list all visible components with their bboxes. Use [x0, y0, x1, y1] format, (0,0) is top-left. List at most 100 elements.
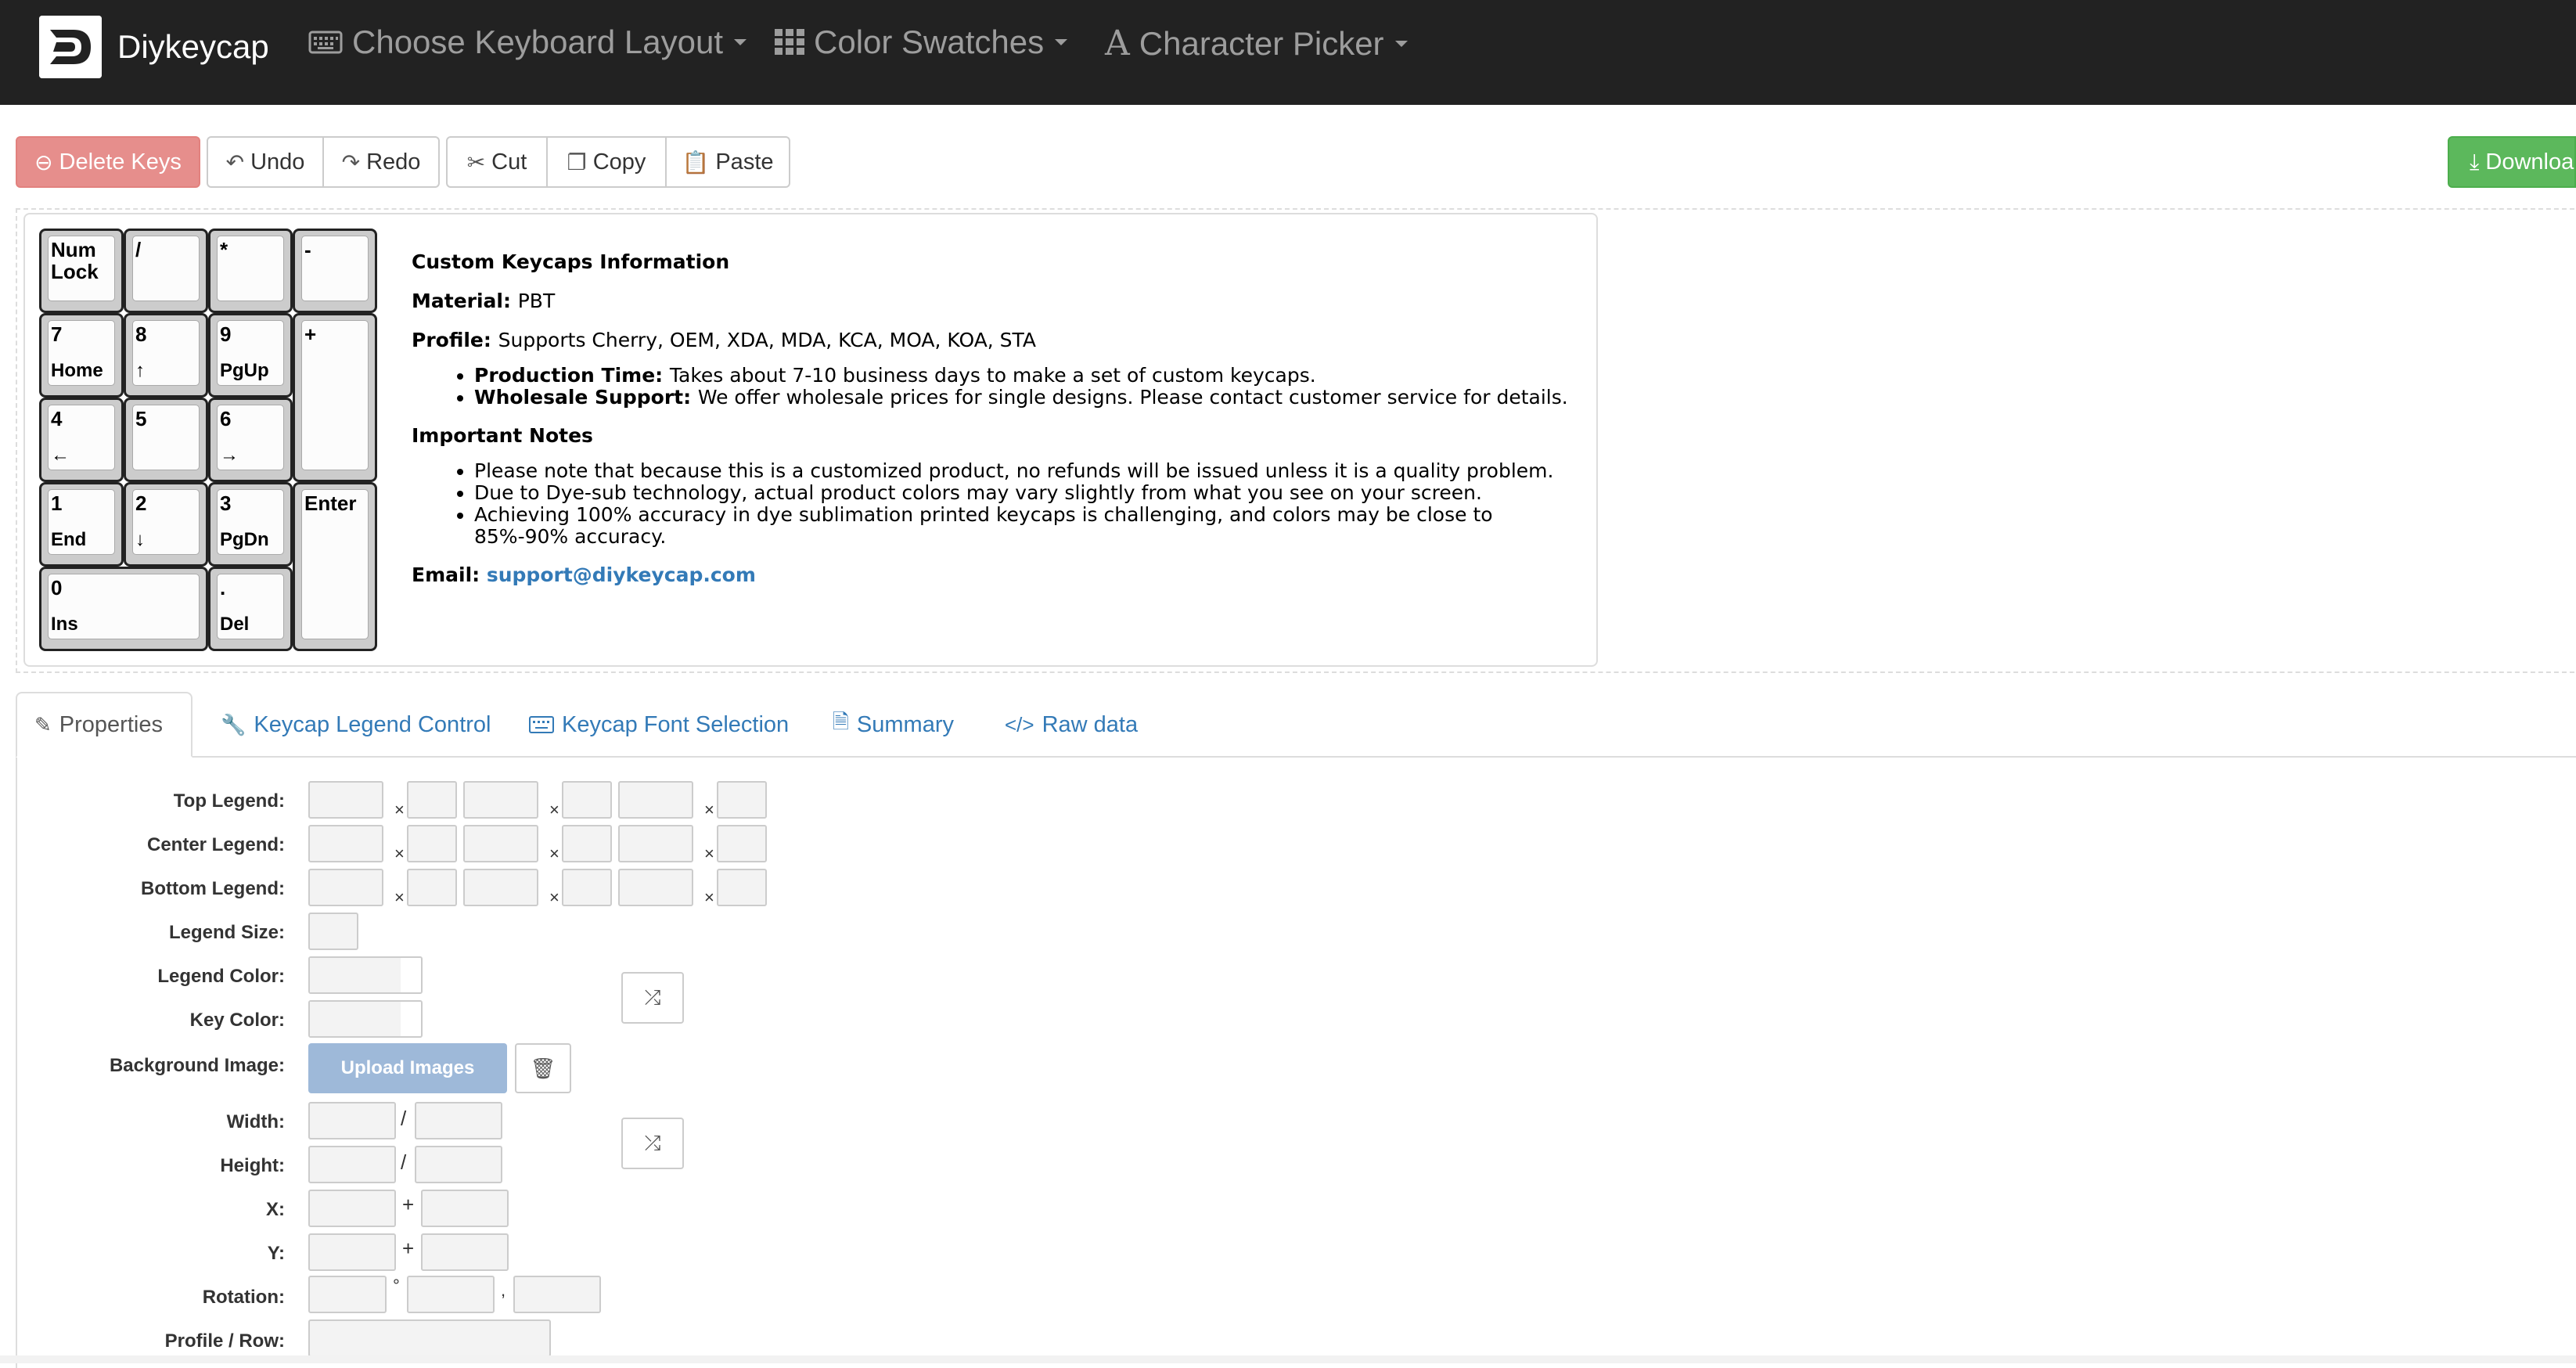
scissors-icon: ✂: [466, 149, 486, 175]
trash-icon: 🗑: [530, 1056, 556, 1080]
top-legend-size-1[interactable]: [407, 781, 457, 819]
legend-size-input[interactable]: [308, 913, 358, 950]
center-legend-size-1[interactable]: [407, 825, 457, 862]
tab-properties[interactable]: ✎ Properties: [16, 692, 192, 758]
key-subtract[interactable]: -: [293, 229, 377, 313]
comma-sign: ,: [501, 1280, 506, 1300]
y2-input[interactable]: [421, 1233, 509, 1271]
delete-image-button[interactable]: 🗑: [515, 1043, 571, 1093]
profile-row-select[interactable]: [308, 1319, 551, 1357]
brand-name: Diykeycap: [117, 28, 269, 65]
delete-keys-label: Delete Keys: [59, 149, 182, 175]
bottom-legend-input-2[interactable]: [463, 869, 538, 906]
key-5[interactable]: 5: [124, 398, 208, 482]
tab-summary-label: Summary: [856, 711, 954, 737]
undo-button[interactable]: ↶ Undo: [207, 136, 324, 188]
key-2[interactable]: 2 ↓: [124, 482, 208, 567]
nav-keyboard-layout-label: Choose Keyboard Layout: [352, 23, 723, 60]
download-icon: ⤓: [2470, 149, 2480, 174]
center-legend-size-2[interactable]: [562, 825, 612, 862]
key-8[interactable]: 8 ↑: [124, 313, 208, 398]
height-input[interactable]: [308, 1146, 396, 1183]
download-button[interactable]: ⤓ Downloa: [2448, 136, 2576, 188]
rotation-x-input[interactable]: [407, 1276, 495, 1313]
swap-colors-button[interactable]: ⤮: [621, 972, 684, 1024]
center-legend-size-3[interactable]: [717, 825, 767, 862]
cut-label: Cut: [491, 149, 527, 175]
edit-icon: ✎: [34, 712, 52, 736]
times-sign: ×: [394, 800, 405, 819]
plus-sign: +: [402, 1193, 415, 1216]
bottom-legend-input-3[interactable]: [618, 869, 693, 906]
top-legend-input-1[interactable]: [308, 781, 383, 819]
width2-input[interactable]: [415, 1102, 502, 1139]
bottom-legend-input-1[interactable]: [308, 869, 383, 906]
rotation-y-input[interactable]: [513, 1276, 601, 1313]
top-legend-size-2[interactable]: [562, 781, 612, 819]
copy-button[interactable]: ❐ Copy: [546, 136, 667, 188]
top-legend-input-2[interactable]: [463, 781, 538, 819]
brand[interactable]: Diykeycap: [39, 16, 269, 78]
x2-input[interactable]: [421, 1190, 509, 1227]
rotation-angle-input[interactable]: [308, 1276, 387, 1313]
tab-summary[interactable]: 🗎 Summary: [815, 692, 971, 758]
upload-images-button[interactable]: Upload Images: [308, 1043, 507, 1093]
slash-sign: /: [401, 1150, 407, 1174]
redo-icon: ↷: [341, 149, 361, 175]
times-sign: ×: [549, 844, 559, 863]
nav-color-swatches-label: Color Swatches: [814, 23, 1045, 60]
notes-list: Please note that because this is a custo…: [412, 460, 1585, 548]
key-enter[interactable]: Enter: [293, 482, 377, 651]
key-multiply[interactable]: *: [208, 229, 293, 313]
nav-color-swatches[interactable]: Color Swatches: [775, 23, 1068, 61]
nav-character-picker[interactable]: A Character Picker: [1105, 23, 1408, 63]
top-legend-input-3[interactable]: [618, 781, 693, 819]
center-legend-input-2[interactable]: [463, 825, 538, 862]
height2-input[interactable]: [415, 1146, 502, 1183]
top-legend-size-3[interactable]: [717, 781, 767, 819]
nav-keyboard-layout[interactable]: Choose Keyboard Layout: [308, 23, 747, 61]
y-input[interactable]: [308, 1233, 396, 1271]
tab-raw-data[interactable]: </> Raw data: [988, 692, 1155, 758]
key-6[interactable]: 6 →: [208, 398, 293, 482]
key-9[interactable]: 9 PgUp: [208, 313, 293, 398]
y-label: Y:: [267, 1243, 285, 1264]
bottom-legend-size-1[interactable]: [407, 869, 457, 906]
delete-keys-button[interactable]: ⊖ Delete Keys: [16, 136, 200, 188]
tab-legend-control[interactable]: 🔧 Keycap Legend Control: [203, 692, 508, 758]
copy-icon: ❐: [567, 149, 587, 175]
key-3[interactable]: 3 PgDn: [208, 482, 293, 567]
key-add[interactable]: +: [293, 313, 377, 482]
key-decimal[interactable]: . Del: [208, 567, 293, 651]
key-divide[interactable]: /: [124, 229, 208, 313]
bottom-legend-size-2[interactable]: [562, 869, 612, 906]
redo-button[interactable]: ↷ Redo: [322, 136, 440, 188]
wrench-icon: 🔧: [221, 712, 246, 736]
swap-size-button[interactable]: ⤮: [621, 1118, 684, 1169]
notes-heading: Important Notes: [412, 424, 593, 447]
paste-button[interactable]: 📋 Paste: [665, 136, 790, 188]
center-legend-label: Center Legend:: [146, 834, 285, 855]
info-profile: Profile: Supports Cherry, OEM, XDA, MDA,…: [412, 329, 1036, 351]
email-link[interactable]: support@diykeycap.com: [487, 563, 756, 586]
key-4[interactable]: 4 ←: [39, 398, 124, 482]
key-color-input[interactable]: [308, 1000, 423, 1038]
height-label: Height:: [220, 1155, 285, 1176]
key-0[interactable]: 0 Ins: [39, 567, 208, 651]
x-input[interactable]: [308, 1190, 396, 1227]
cut-button[interactable]: ✂ Cut: [446, 136, 548, 188]
top-legend-label: Top Legend:: [173, 790, 285, 812]
center-legend-input-3[interactable]: [618, 825, 693, 862]
key-numlock[interactable]: Num Lock: [39, 229, 124, 313]
key-1[interactable]: 1 End: [39, 482, 124, 567]
center-legend-input-1[interactable]: [308, 825, 383, 862]
width-input[interactable]: [308, 1102, 396, 1139]
key-7[interactable]: 7 Home: [39, 313, 124, 398]
code-icon: </>: [1005, 712, 1034, 736]
tab-font-selection[interactable]: Keycap Font Selection: [512, 692, 806, 758]
minus-circle-icon: ⊖: [34, 149, 53, 175]
times-sign: ×: [704, 844, 714, 863]
times-sign: ×: [549, 800, 559, 819]
legend-color-input[interactable]: [308, 956, 423, 994]
bottom-legend-size-3[interactable]: [717, 869, 767, 906]
